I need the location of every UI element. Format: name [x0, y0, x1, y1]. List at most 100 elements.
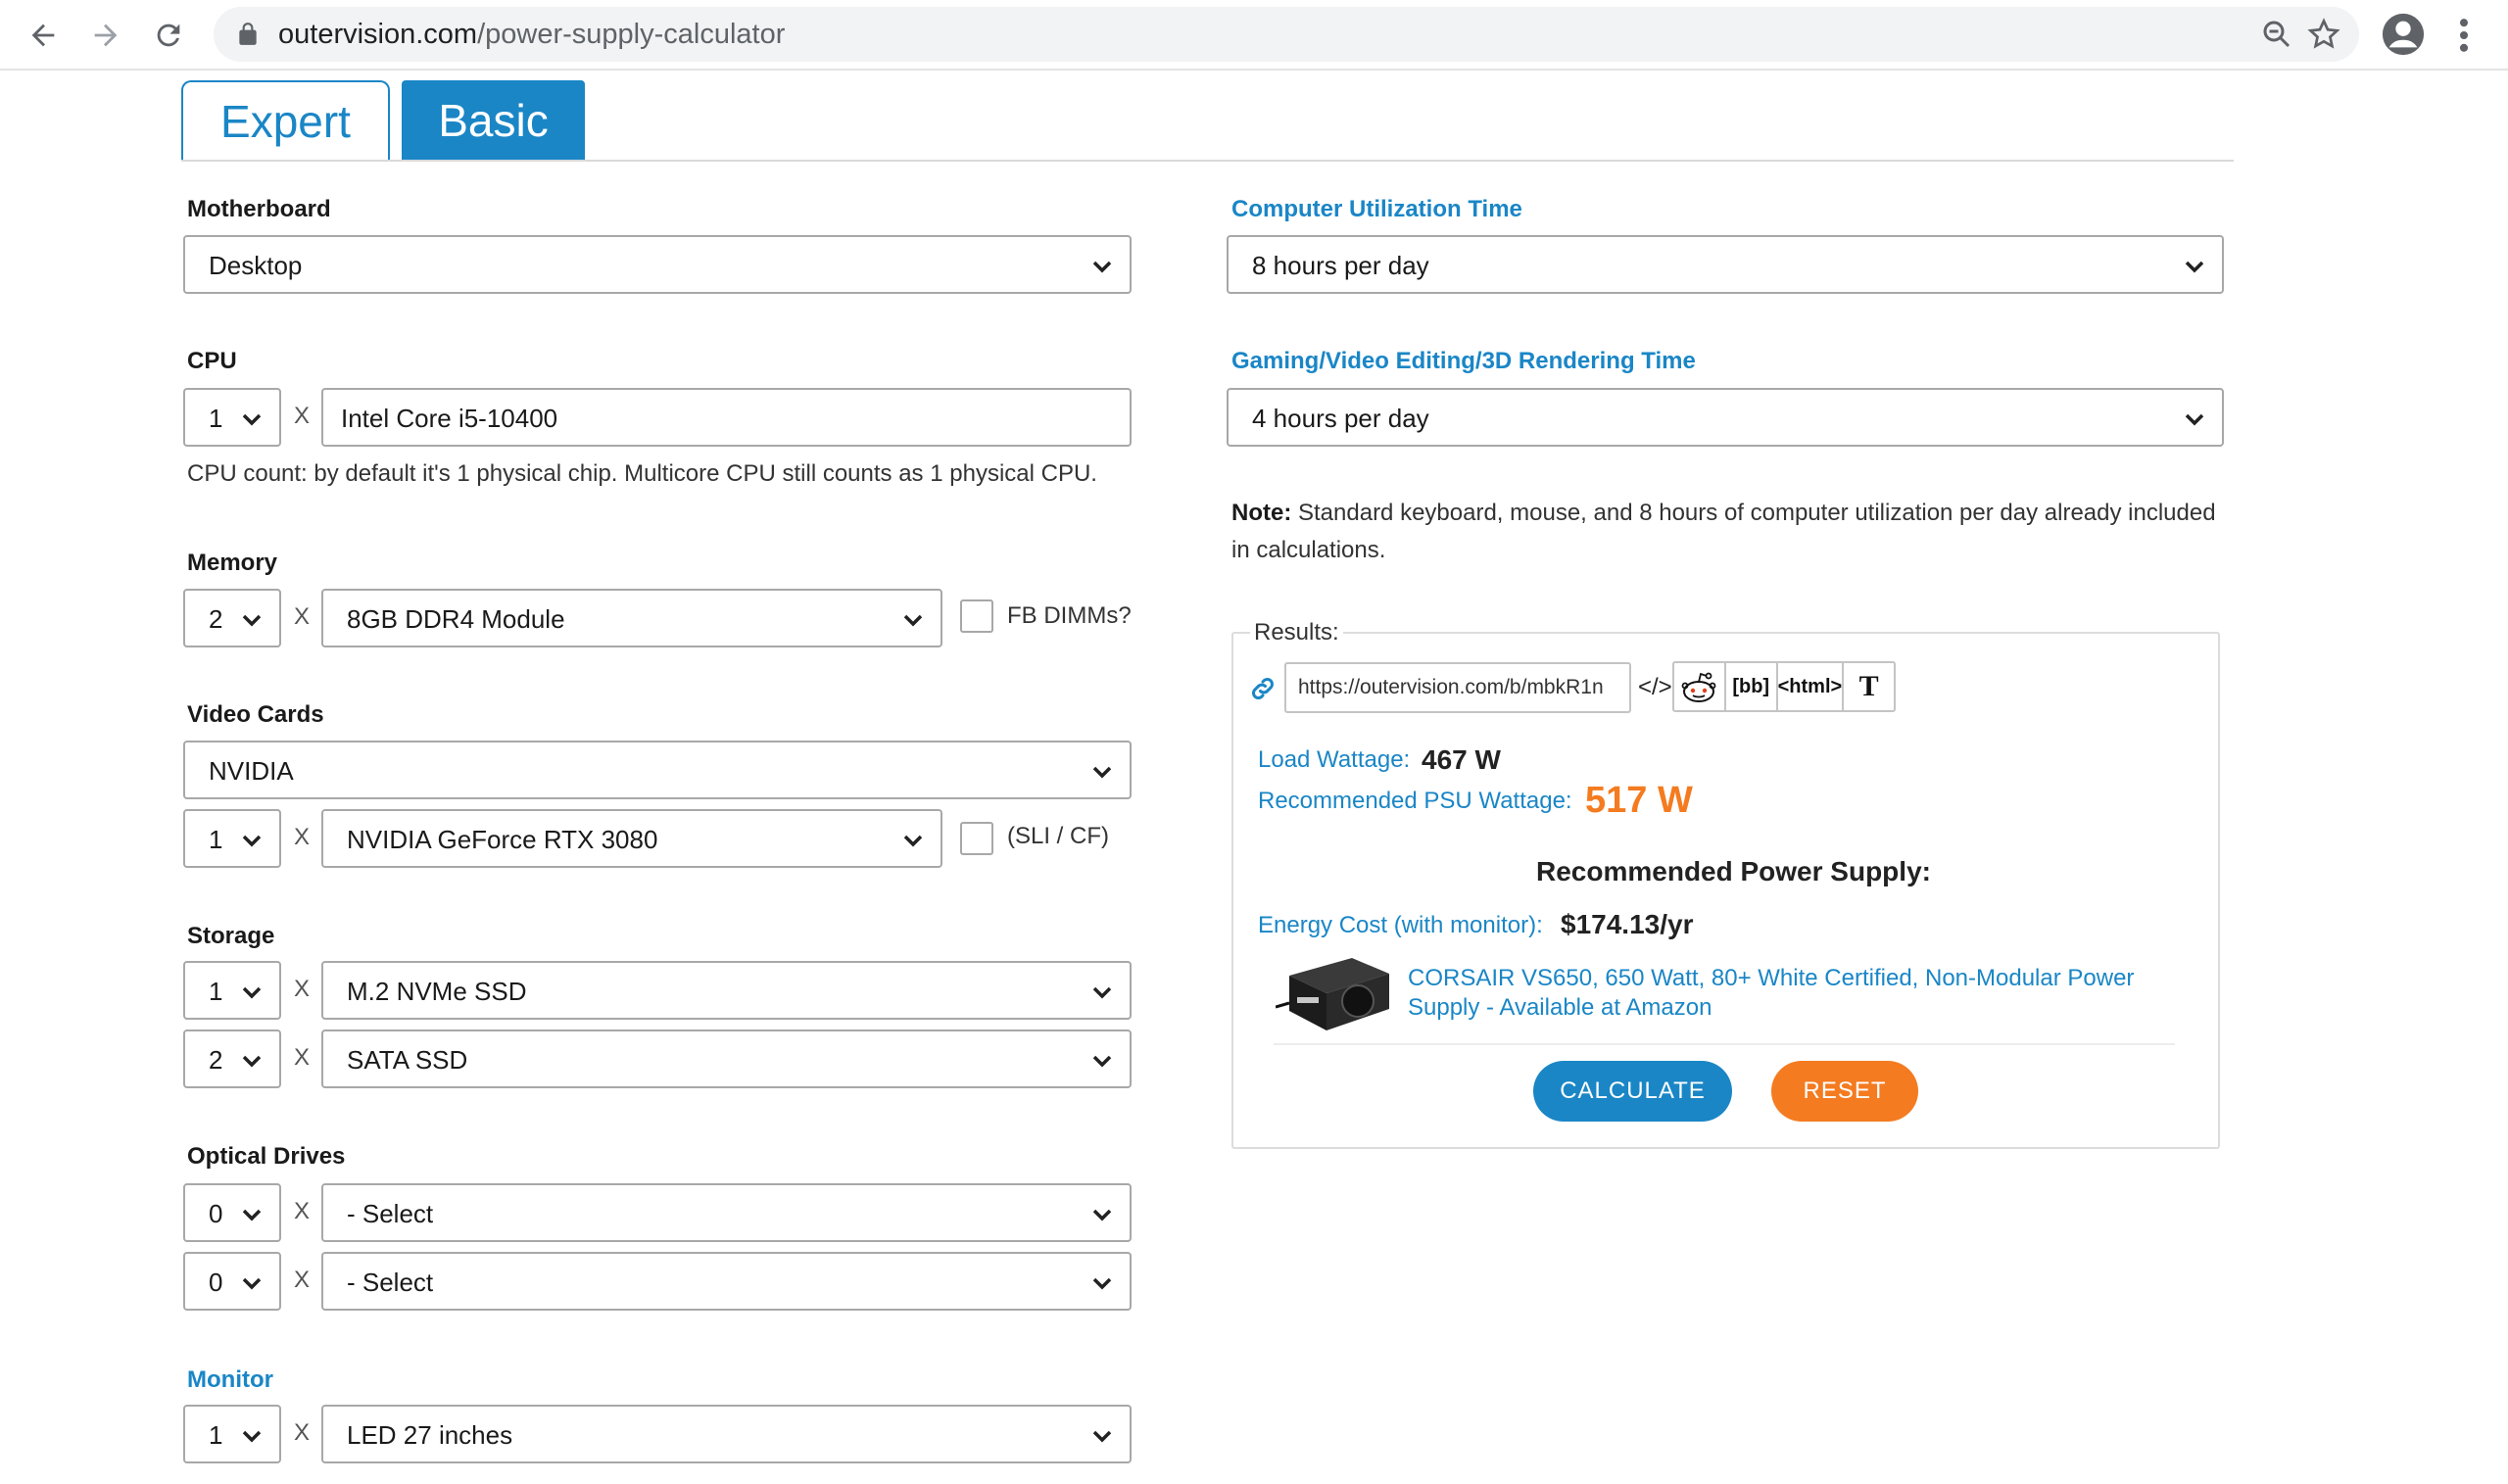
results-legend: Results: — [1250, 619, 1343, 646]
chevron-down-icon — [2185, 413, 2204, 426]
chevron-down-icon — [242, 1430, 262, 1443]
forward-button[interactable] — [82, 12, 129, 59]
gaming-time-value: 4 hours per day — [1252, 404, 1429, 433]
optical-type-value: - Select — [347, 1199, 434, 1228]
video-count-value: 1 — [209, 825, 223, 854]
menu-icon[interactable] — [2449, 14, 2479, 57]
bbcode-share-button[interactable]: [bb] — [1726, 663, 1778, 710]
memory-count-value: 2 — [209, 604, 223, 634]
motherboard-value: Desktop — [209, 251, 303, 280]
optical-count-select[interactable]: 0 — [183, 1252, 281, 1311]
memory-label: Memory — [187, 550, 278, 576]
back-button[interactable] — [20, 12, 67, 59]
cpu-label: CPU — [187, 348, 237, 374]
chevron-down-icon — [1092, 261, 1112, 273]
load-wattage-label: Load Wattage: — [1258, 746, 1411, 773]
memory-count-select[interactable]: 2 — [183, 589, 281, 647]
recommended-psu-heading: Recommended Power Supply: — [1536, 856, 1931, 886]
gaming-time-label[interactable]: Gaming/Video Editing/3D Rendering Time — [1231, 348, 1696, 375]
storage-label: Storage — [187, 923, 275, 949]
sli-checkbox[interactable] — [960, 822, 993, 855]
memory-module-value: 8GB DDR4 Module — [347, 604, 565, 634]
monitor-type-select[interactable]: LED 27 inches — [321, 1405, 1132, 1463]
storage-type-value: SATA SSD — [347, 1045, 468, 1075]
reload-icon — [157, 24, 180, 47]
multiply-sign: X — [294, 403, 311, 429]
tab-expert[interactable]: Expert — [181, 80, 390, 161]
reddit-icon — [1682, 672, 1716, 702]
storage-type-select[interactable]: M.2 NVMe SSD — [321, 961, 1132, 1020]
multiply-sign: X — [294, 1267, 311, 1293]
address-bar[interactable]: outervision.com/power-supply-calculator — [214, 7, 2359, 62]
note-text: Standard keyboard, mouse, and 8 hours of… — [1231, 500, 2216, 563]
optical-type-select[interactable]: - Select — [321, 1183, 1132, 1242]
video-brand-select[interactable]: NVIDIA — [183, 741, 1132, 799]
chevron-down-icon — [1092, 1209, 1112, 1221]
chevron-down-icon — [242, 986, 262, 999]
chevron-down-icon — [903, 614, 923, 627]
embed-code-icon[interactable]: </> — [1638, 674, 1672, 701]
video-model-value: NVIDIA GeForce RTX 3080 — [347, 825, 658, 854]
storage-type-select[interactable]: SATA SSD — [321, 1029, 1132, 1088]
url-text[interactable]: outervision.com/power-supply-calculator — [278, 19, 785, 51]
video-count-select[interactable]: 1 — [183, 809, 281, 868]
cpu-count-value: 1 — [209, 404, 223, 433]
video-cards-label: Video Cards — [187, 701, 324, 728]
product-divider — [1274, 1043, 2175, 1045]
profile-icon[interactable] — [2381, 12, 2426, 57]
energy-cost-value: $174.13/yr — [1561, 909, 1694, 939]
monitor-count-value: 1 — [209, 1420, 223, 1450]
monitor-type-value: LED 27 inches — [347, 1420, 513, 1450]
optical-count-value: 0 — [209, 1199, 223, 1228]
url-path: /power-supply-calculator — [477, 19, 786, 50]
cpu-model-value: Intel Core i5-10400 — [341, 404, 558, 433]
gaming-time-select[interactable]: 4 hours per day — [1227, 388, 2224, 447]
video-brand-value: NVIDIA — [209, 756, 294, 786]
chevron-down-icon — [1092, 986, 1112, 999]
browser-toolbar: outervision.com/power-supply-calculator — [0, 0, 2508, 71]
optical-type-select[interactable]: - Select — [321, 1252, 1132, 1311]
memory-module-select[interactable]: 8GB DDR4 Module — [321, 589, 942, 647]
tab-divider — [181, 160, 2234, 162]
calculate-button[interactable]: CALCULATE — [1533, 1061, 1732, 1122]
star-icon[interactable] — [2306, 17, 2341, 52]
reload-button[interactable] — [145, 12, 192, 59]
storage-count-value: 2 — [209, 1045, 223, 1075]
reset-button[interactable]: RESET — [1771, 1061, 1918, 1122]
monitor-label[interactable]: Monitor — [187, 1366, 273, 1394]
tab-basic[interactable]: Basic — [402, 80, 585, 161]
monitor-count-select[interactable]: 1 — [183, 1405, 281, 1463]
product-link[interactable]: CORSAIR VS650, 650 Watt, 80+ White Certi… — [1408, 964, 2172, 1023]
optical-type-value: - Select — [347, 1268, 434, 1297]
note-prefix: Note: — [1231, 500, 1292, 526]
chevron-down-icon — [2185, 261, 2204, 273]
optical-count-select[interactable]: 0 — [183, 1183, 281, 1242]
psu-product-image[interactable] — [1276, 948, 1395, 1036]
motherboard-select[interactable]: Desktop — [183, 235, 1132, 294]
chevron-down-icon — [242, 1055, 262, 1068]
optical-count-value: 0 — [209, 1268, 223, 1297]
utilization-label[interactable]: Computer Utilization Time — [1231, 196, 1522, 223]
html-share-button[interactable]: <html> — [1778, 663, 1845, 710]
share-button-group: [bb] <html> T — [1672, 661, 1896, 712]
calculation-note: Note: Standard keyboard, mouse, and 8 ho… — [1231, 495, 2221, 569]
storage-count-select[interactable]: 2 — [183, 1029, 281, 1088]
chevron-down-icon — [242, 1277, 262, 1290]
share-url-input[interactable]: https://outervision.com/b/mbkR1n — [1284, 662, 1631, 713]
text-share-button[interactable]: T — [1844, 663, 1894, 710]
load-wattage-value: 467 W — [1422, 744, 1501, 775]
chevron-down-icon — [903, 835, 923, 847]
multiply-sign: X — [294, 976, 311, 1002]
fb-dimms-checkbox[interactable] — [960, 599, 993, 633]
reddit-share-button[interactable] — [1674, 663, 1726, 710]
fb-dimms-label: FB DIMMs? — [1007, 602, 1132, 629]
cpu-model-input[interactable]: Intel Core i5-10400 — [321, 388, 1132, 447]
storage-count-select[interactable]: 1 — [183, 961, 281, 1020]
cpu-count-select[interactable]: 1 — [183, 388, 281, 447]
link-icon[interactable] — [1248, 674, 1278, 703]
zoom-icon[interactable] — [2259, 17, 2294, 52]
utilization-select[interactable]: 8 hours per day — [1227, 235, 2224, 294]
cpu-help-text: CPU count: by default it's 1 physical ch… — [187, 460, 1097, 487]
video-model-select[interactable]: NVIDIA GeForce RTX 3080 — [321, 809, 942, 868]
psu-wattage-value: 517 W — [1585, 780, 1693, 821]
